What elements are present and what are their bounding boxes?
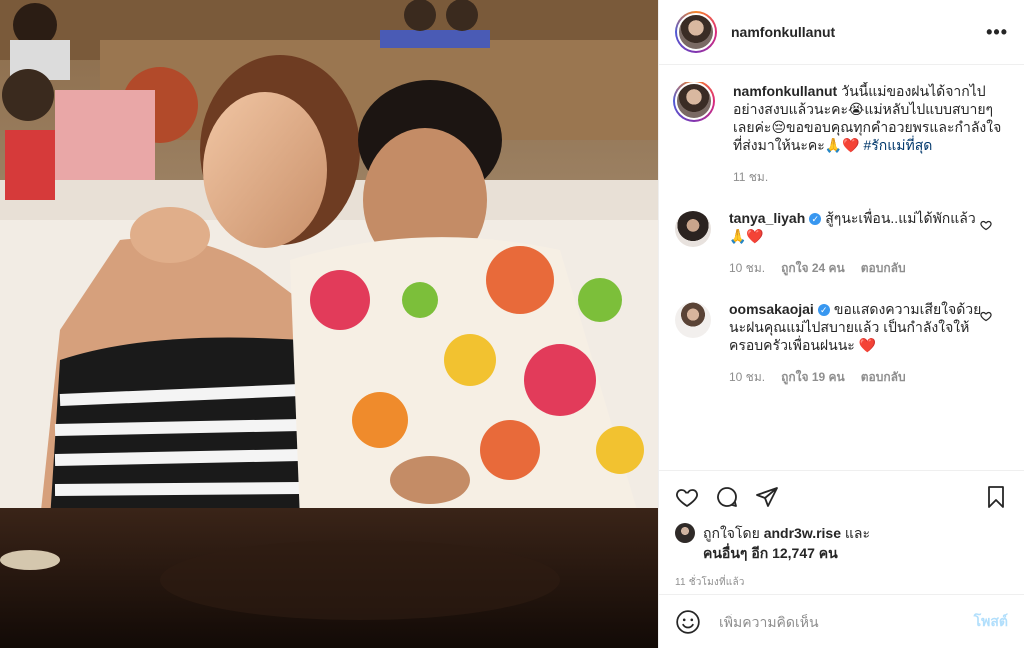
comment-like-heart-icon[interactable] [980, 310, 992, 322]
like-heart-icon[interactable] [675, 485, 699, 509]
action-icons [659, 471, 1024, 523]
caption-text: namfonkullanut วันนี้แม่ของฝนได้จากไปอย่า… [733, 82, 1008, 154]
commenter-avatar[interactable] [675, 302, 711, 338]
photo-two-women [0, 0, 658, 648]
comment-meta: 10 ชม. ถูกใจ 19 คน ตอบกลับ [729, 368, 982, 387]
comment-bubble-icon[interactable] [715, 485, 739, 509]
comment-meta: 10 ชม. ถูกใจ 24 คน ตอบกลับ [729, 259, 982, 278]
comment-likes[interactable]: ถูกใจ 24 คน [781, 259, 845, 278]
comment-item: oomsakaojai ✓ ขอแสดงความเสียใจด้วยนะฝนคุณแ… [675, 300, 1008, 387]
post-timestamp[interactable]: 11 ชั่วโมงที่แล้ว [659, 563, 1024, 590]
comment-input[interactable] [719, 613, 974, 630]
caption-username[interactable]: namfonkullanut [733, 83, 837, 99]
comment-time[interactable]: 10 ชม. [729, 259, 765, 278]
emoji-smiley-icon[interactable] [675, 609, 701, 635]
liker-avatar[interactable] [675, 523, 695, 543]
post-comment-button[interactable]: โพสต์ [974, 611, 1008, 633]
comment-like-heart-icon[interactable] [980, 219, 992, 231]
liker-username[interactable]: andr3w.rise [764, 525, 841, 541]
caption-time[interactable]: 11 ชม. [733, 168, 768, 187]
comment-item: tanya_liyah ✓ สู้ๆนะเพื่อน..แม่ได้พักแล้ว🙏… [675, 209, 1008, 278]
comment-time[interactable]: 10 ชม. [729, 368, 765, 387]
comment-text: oomsakaojai ✓ ขอแสดงความเสียใจด้วยนะฝนคุณแ… [729, 300, 982, 354]
commenter-avatar[interactable] [675, 211, 711, 247]
caption-avatar[interactable] [673, 82, 715, 122]
comment-text: tanya_liyah ✓ สู้ๆนะเพื่อน..แม่ได้พักแล้ว🙏… [729, 209, 982, 245]
comment-username[interactable]: oomsakaojai [729, 301, 814, 317]
likes-others[interactable]: คนอื่นๆ อีก 12,747 คน [703, 545, 838, 561]
caption-meta: 11 ชม. [733, 168, 1008, 187]
post-header: namfonkullanut ••• [659, 0, 1024, 65]
instagram-post-modal: namfonkullanut ••• namfonkullanut วันนี้แ… [0, 0, 1024, 648]
likes-prefix: ถูกใจโดย [703, 525, 760, 541]
likes-text: ถูกใจโดย andr3w.rise และ คนอื่นๆ อีก 12,… [703, 523, 870, 563]
verified-badge-icon: ✓ [809, 213, 822, 225]
caption: namfonkullanut วันนี้แม่ของฝนได้จากไปอย่า… [673, 82, 1008, 187]
likes-and: และ [844, 525, 871, 541]
add-comment-bar: โพสต์ [659, 594, 1024, 648]
verified-badge-icon: ✓ [817, 304, 830, 316]
reply-button[interactable]: ตอบกลับ [861, 259, 906, 278]
comments-list[interactable]: namfonkullanut วันนี้แม่ของฝนได้จากไปอย่า… [659, 82, 1024, 470]
reply-button[interactable]: ตอบกลับ [861, 368, 906, 387]
author-avatar[interactable] [675, 11, 717, 53]
post-actions-section: ถูกใจโดย andr3w.rise และ คนอื่นๆ อีก 12,… [659, 470, 1024, 648]
post-photo[interactable] [0, 0, 658, 648]
more-horizontal-icon[interactable]: ••• [986, 22, 1008, 43]
caption-hashtag[interactable]: #รักแม่ที่สุด [864, 137, 933, 153]
author-username[interactable]: namfonkullanut [731, 24, 986, 40]
bookmark-icon[interactable] [984, 485, 1008, 509]
likes-summary: ถูกใจโดย andr3w.rise และ คนอื่นๆ อีก 12,… [659, 523, 1024, 563]
comment-likes[interactable]: ถูกใจ 19 คน [781, 368, 845, 387]
comment-username[interactable]: tanya_liyah [729, 210, 805, 226]
share-paper-plane-icon[interactable] [755, 485, 779, 509]
post-side-panel: namfonkullanut ••• namfonkullanut วันนี้แ… [658, 0, 1024, 648]
